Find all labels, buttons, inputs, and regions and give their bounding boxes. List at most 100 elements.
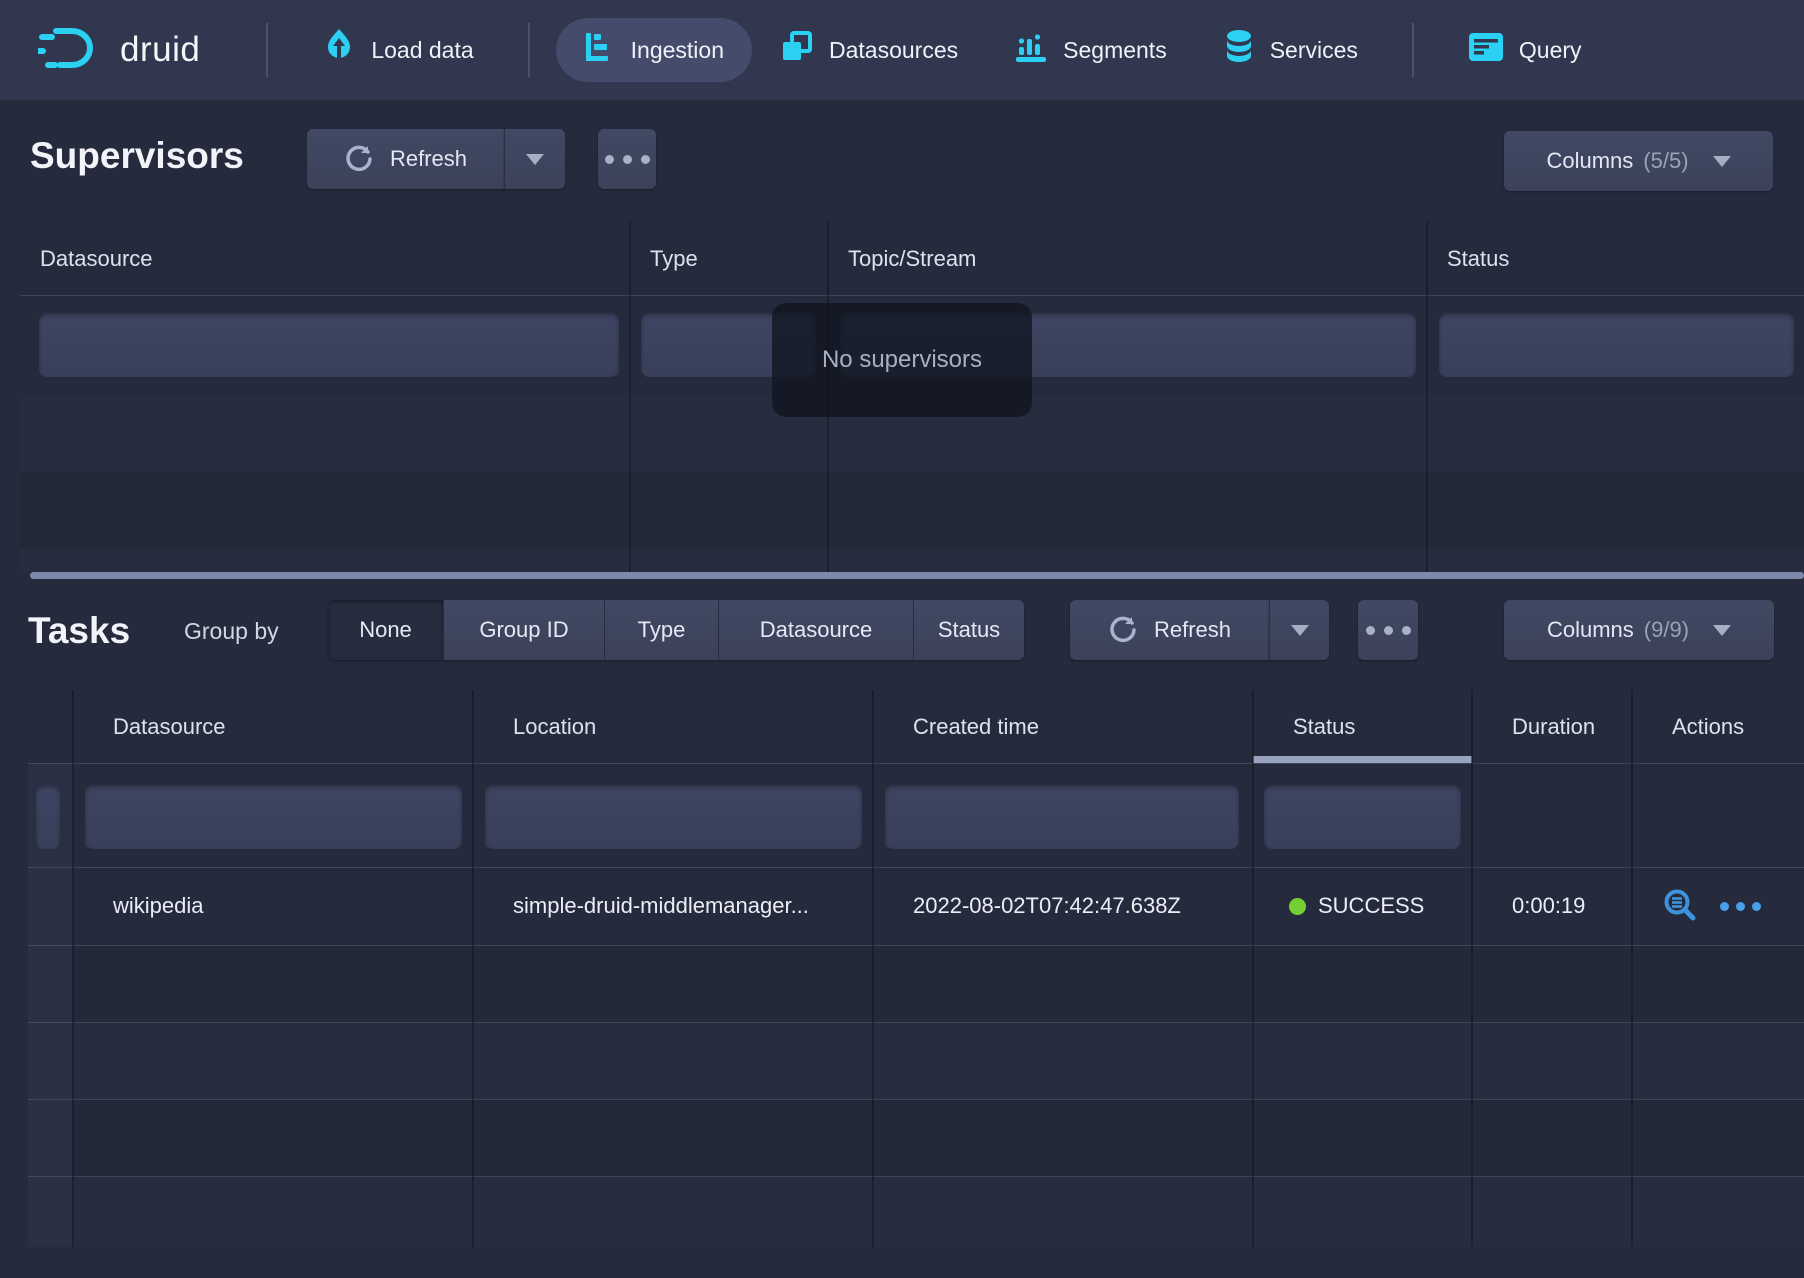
horizontal-scrollbar[interactable] — [30, 572, 1804, 579]
column-divider — [629, 222, 631, 572]
datasources-icon — [780, 30, 814, 70]
datasource-filter-input[interactable] — [39, 313, 619, 377]
query-icon — [1468, 32, 1504, 68]
chevron-down-icon — [526, 154, 544, 165]
more-icon — [1366, 626, 1411, 635]
column-divider — [872, 690, 874, 1247]
task-actions-more-icon[interactable] — [1720, 902, 1761, 911]
status-cell[interactable]: SUCCESS — [1253, 867, 1472, 945]
nav-item-segments[interactable]: Segments — [986, 18, 1195, 82]
nav-divider — [266, 23, 268, 77]
supervisors-table: Datasource Type Topic/Stream Status No s… — [20, 222, 1804, 578]
segments-icon — [1014, 30, 1048, 70]
tasks-columns-button[interactable]: Columns (9/9) — [1504, 600, 1774, 660]
table-row — [20, 472, 1804, 549]
tasks-title: Tasks — [28, 610, 130, 652]
refresh-icon — [1108, 615, 1138, 645]
columns-count: (5/5) — [1643, 148, 1688, 174]
druid-logo[interactable]: druid — [38, 23, 200, 78]
column-header-datasource[interactable]: Datasource — [73, 690, 473, 763]
supervisors-title: Supervisors — [30, 135, 244, 177]
nav-label: Ingestion — [631, 37, 724, 64]
location-cell[interactable]: simple-druid-middlemanager... — [473, 867, 873, 945]
column-header-duration[interactable]: Duration — [1472, 690, 1632, 763]
datasource-cell[interactable]: wikipedia — [73, 867, 473, 945]
column-header-actions[interactable]: Actions — [1632, 690, 1804, 763]
chevron-down-icon — [1713, 625, 1731, 636]
column-divider — [472, 690, 474, 1247]
column-divider — [1631, 690, 1633, 1247]
created-time-filter-input[interactable] — [885, 785, 1239, 849]
supervisors-refresh-button[interactable]: Refresh — [307, 129, 504, 189]
column-header-created-time[interactable]: Created time — [873, 690, 1253, 763]
nav-label: Services — [1270, 37, 1358, 64]
refresh-icon — [344, 144, 374, 174]
task-detail-search-icon[interactable] — [1662, 888, 1698, 924]
table-row — [73, 1100, 1804, 1176]
hidden-column-filter-input[interactable] — [36, 785, 60, 849]
header-divider — [28, 763, 1804, 764]
group-by-segmented-control: None Group ID Type Datasource Status — [328, 600, 1024, 660]
column-divider — [72, 690, 74, 1247]
nav-item-load-data[interactable]: Load data — [294, 18, 501, 82]
brand-name: druid — [120, 30, 200, 70]
nav-divider — [1412, 23, 1414, 77]
supervisors-more-button[interactable] — [598, 129, 656, 189]
actions-cell — [1632, 867, 1804, 945]
column-header-type[interactable]: Type — [630, 222, 828, 295]
nav-item-datasources[interactable]: Datasources — [752, 18, 986, 82]
column-header-status[interactable]: Status — [1427, 222, 1804, 295]
column-header-location[interactable]: Location — [473, 690, 873, 763]
nav-label: Query — [1519, 37, 1582, 64]
nav-label: Datasources — [829, 37, 958, 64]
nav-divider — [528, 23, 530, 77]
status-filter-input[interactable] — [1264, 785, 1461, 849]
nav-item-services[interactable]: Services — [1195, 18, 1386, 82]
chevron-down-icon — [1291, 625, 1309, 636]
group-by-group-id-button[interactable]: Group ID — [444, 600, 605, 660]
duration-cell[interactable]: 0:00:19 — [1472, 867, 1632, 945]
table-row — [20, 549, 1804, 572]
group-by-datasource-button[interactable]: Datasource — [719, 600, 914, 660]
group-by-label: Group by — [184, 618, 279, 645]
columns-label: Columns — [1546, 148, 1633, 174]
no-supervisors-message: No supervisors — [772, 303, 1032, 417]
datasource-filter-input[interactable] — [85, 785, 462, 849]
supervisors-refresh-menu-button[interactable] — [504, 129, 565, 189]
tasks-more-button[interactable] — [1358, 600, 1418, 660]
nav-label: Load data — [371, 37, 473, 64]
tasks-table: Datasource Location Created time Status … — [28, 690, 1804, 1249]
table-row — [73, 946, 1804, 1022]
nav-label: Segments — [1063, 37, 1167, 64]
task-row-wikipedia[interactable]: wikipedia simple-druid-middlemanager... … — [28, 867, 1804, 945]
nav-item-query[interactable]: Query — [1440, 18, 1610, 82]
columns-count: (9/9) — [1644, 617, 1689, 643]
tasks-refresh-menu-button[interactable] — [1269, 600, 1329, 660]
sort-indicator — [1253, 756, 1472, 763]
druid-console: druid Load data Ingestion — [0, 0, 1804, 1278]
column-header-topic-stream[interactable]: Topic/Stream — [828, 222, 1427, 295]
group-by-type-button[interactable]: Type — [605, 600, 719, 660]
status-filter-input[interactable] — [1439, 313, 1794, 377]
status-text: SUCCESS — [1318, 893, 1424, 919]
column-divider — [1252, 690, 1254, 1247]
columns-label: Columns — [1547, 617, 1634, 643]
services-icon — [1223, 29, 1255, 71]
supervisors-columns-button[interactable]: Columns (5/5) — [1504, 131, 1773, 191]
table-row — [73, 1177, 1804, 1247]
more-icon — [605, 155, 650, 164]
group-by-none-button[interactable]: None — [328, 600, 444, 660]
druid-logo-icon — [38, 23, 104, 78]
column-divider — [1471, 690, 1473, 1247]
location-filter-input[interactable] — [485, 785, 862, 849]
tasks-refresh-button[interactable]: Refresh — [1070, 600, 1269, 660]
group-by-status-button[interactable]: Status — [914, 600, 1024, 660]
created-time-cell[interactable]: 2022-08-02T07:42:47.638Z — [873, 867, 1253, 945]
column-header-datasource[interactable]: Datasource — [20, 222, 630, 295]
refresh-label: Refresh — [1154, 617, 1231, 643]
nav-item-ingestion[interactable]: Ingestion — [556, 18, 752, 82]
load-data-icon — [322, 28, 356, 72]
table-row — [73, 1023, 1804, 1099]
column-header-status[interactable]: Status — [1253, 690, 1472, 763]
ingestion-icon — [584, 31, 616, 69]
